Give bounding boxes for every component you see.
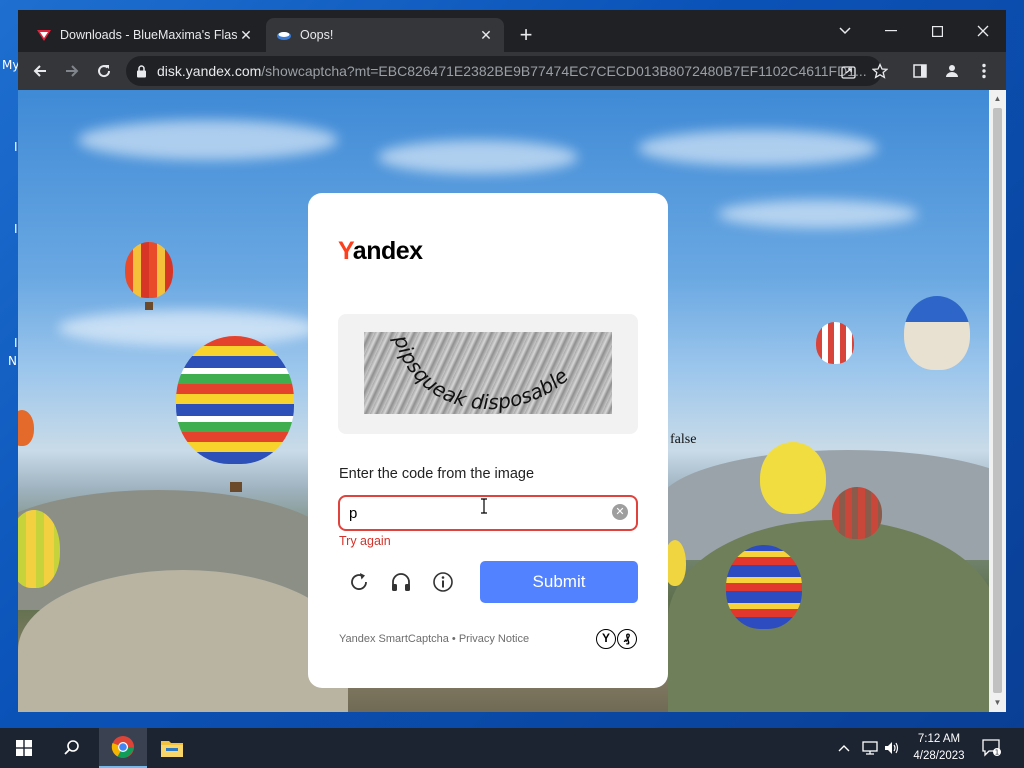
- close-tab-icon[interactable]: ✕: [238, 27, 254, 43]
- smartcaptcha-badge-icon: ₰: [617, 629, 637, 649]
- taskbar-clock[interactable]: 7:12 AM 4/28/2023: [906, 731, 972, 765]
- cloud: [718, 200, 918, 228]
- bookmark-star-icon[interactable]: [866, 57, 894, 85]
- tab-title: Oops!: [300, 28, 334, 42]
- submit-button[interactable]: Submit: [480, 561, 638, 603]
- valley: [668, 520, 989, 712]
- flashpoint-icon: [36, 27, 52, 43]
- hot-air-balloon: [176, 336, 294, 464]
- tab-downloads[interactable]: Downloads - BlueMaxima's Flashpoint ✕: [26, 18, 264, 52]
- hot-air-balloon: [726, 545, 802, 629]
- hot-air-balloon: [904, 296, 970, 370]
- scrollbar-thumb[interactable]: [993, 108, 1002, 693]
- notification-center-icon[interactable]: 1: [982, 728, 1006, 768]
- scroll-down-icon[interactable]: ▼: [993, 698, 1002, 707]
- side-panel-icon[interactable]: [906, 57, 934, 85]
- cloud: [58, 310, 318, 346]
- lock-icon[interactable]: [136, 64, 147, 78]
- audio-headphones-icon[interactable]: [388, 569, 414, 595]
- logo-text: andex: [352, 237, 423, 265]
- reload-icon[interactable]: [90, 57, 118, 85]
- hot-air-balloon: [816, 322, 854, 364]
- close-window-button[interactable]: [960, 16, 1006, 46]
- cloud: [378, 140, 578, 174]
- tab-search-chevron-icon[interactable]: [822, 16, 868, 46]
- cloud: [78, 120, 338, 160]
- share-icon[interactable]: [834, 57, 862, 85]
- info-icon[interactable]: [430, 569, 456, 595]
- captcha-text: pipsqueak disposable: [389, 332, 573, 414]
- captcha-footer[interactable]: Yandex SmartCaptcha • Privacy Notice: [339, 633, 529, 645]
- hot-air-balloon: [125, 242, 173, 298]
- yandex-disk-icon: [276, 27, 292, 43]
- browser-window: Downloads - BlueMaxima's Flashpoint ✕ Oo…: [18, 10, 1006, 712]
- chrome-taskbar-icon[interactable]: [99, 728, 147, 768]
- search-icon[interactable]: [48, 728, 96, 768]
- menu-kebab-icon[interactable]: [970, 57, 998, 85]
- profile-icon[interactable]: [938, 57, 966, 85]
- tab-strip: Downloads - BlueMaxima's Flashpoint ✕ Oo…: [18, 10, 1006, 52]
- clock-date: 4/28/2023: [913, 750, 965, 762]
- balloon-basket: [145, 302, 153, 310]
- desktop-icon-label[interactable]: I: [14, 222, 18, 236]
- new-tab-button[interactable]: +: [514, 24, 538, 48]
- smartcaptcha-badge-icon: Y: [596, 629, 616, 649]
- url-host: disk.yandex.com: [157, 63, 262, 79]
- tab-title: Downloads - BlueMaxima's Flashpoint: [60, 28, 238, 42]
- captcha-card: Yandex pipsqueak disposable Enter the co…: [308, 193, 668, 688]
- captcha-input[interactable]: [338, 495, 638, 531]
- svg-text:pipsqueak disposable: pipsqueak disposable: [389, 332, 573, 414]
- minimize-button[interactable]: [868, 16, 914, 46]
- hot-air-balloon: [18, 410, 34, 446]
- logo-letter: Y: [338, 237, 353, 265]
- tab-oops[interactable]: Oops! ✕: [266, 18, 504, 52]
- close-tab-icon[interactable]: ✕: [478, 27, 494, 43]
- file-explorer-icon[interactable]: [148, 728, 196, 768]
- balloon-basket: [230, 482, 242, 492]
- forward-arrow-icon[interactable]: [58, 57, 86, 85]
- back-arrow-icon[interactable]: [26, 57, 54, 85]
- vertical-scrollbar[interactable]: ▲ ▼: [989, 90, 1006, 712]
- desktop-icon-label[interactable]: I: [14, 140, 18, 154]
- page-viewport: false Yandex pipsqueak disposable Enter: [18, 90, 989, 712]
- captcha-prompt: Enter the code from the image: [339, 466, 535, 482]
- clear-input-icon[interactable]: ✕: [612, 504, 628, 520]
- taskbar: 7:12 AM 4/28/2023 1: [0, 728, 1024, 768]
- volume-icon[interactable]: [884, 728, 904, 768]
- clock-time: 7:12 AM: [917, 733, 961, 745]
- hot-air-balloon: [832, 487, 882, 539]
- hot-air-balloon: [760, 442, 826, 514]
- desktop-icon-label[interactable]: N: [8, 354, 17, 368]
- start-windows-icon[interactable]: [0, 728, 48, 768]
- network-icon[interactable]: [862, 728, 882, 768]
- cloud: [638, 130, 878, 166]
- error-message: Try again: [339, 534, 391, 548]
- scroll-up-icon[interactable]: ▲: [993, 94, 1002, 103]
- maximize-button[interactable]: [914, 16, 960, 46]
- notification-count: 1: [995, 749, 999, 757]
- desktop-icon-label[interactable]: My: [2, 58, 19, 72]
- captcha-image: pipsqueak disposable: [364, 332, 612, 414]
- text-cursor-icon: [480, 498, 488, 514]
- address-bar[interactable]: disk.yandex.com/showcaptcha?mt=EBC826471…: [126, 56, 882, 86]
- url-path: /showcaptcha?mt=EBC826471E2382BE9B77474E…: [261, 63, 867, 79]
- yandex-logo: Yandex: [338, 237, 423, 266]
- chevron-up-icon[interactable]: [838, 728, 856, 768]
- captcha-image-box: pipsqueak disposable: [338, 314, 638, 434]
- browser-toolbar: disk.yandex.com/showcaptcha?mt=EBC826471…: [18, 52, 1006, 90]
- refresh-icon[interactable]: [346, 569, 372, 595]
- desktop-icon-label[interactable]: I: [14, 336, 18, 350]
- stray-text: false: [670, 432, 697, 447]
